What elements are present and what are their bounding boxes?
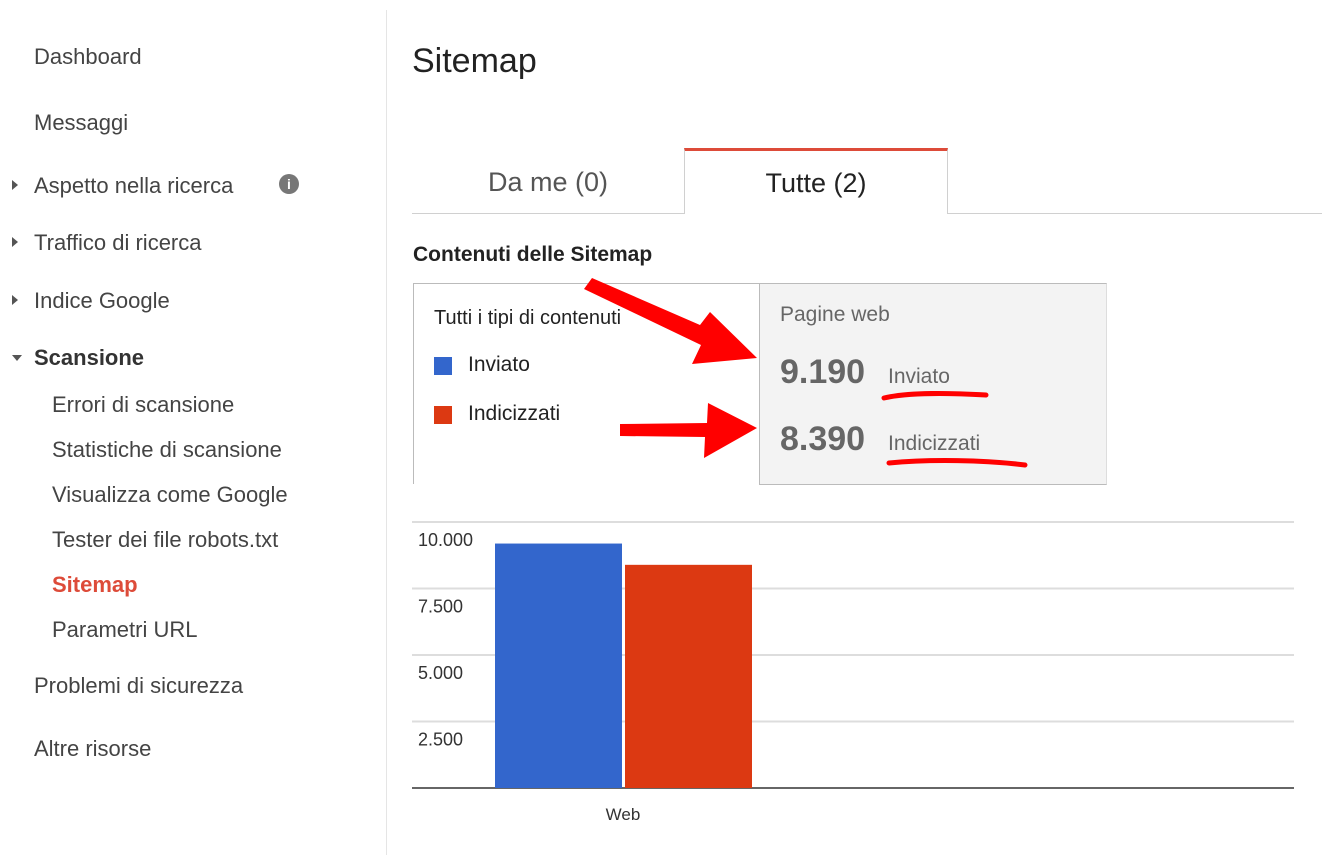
sidebar-item-sicurezza[interactable]: Problemi di sicurezza bbox=[34, 673, 243, 699]
chart-bar-indicizzati[interactable] bbox=[625, 564, 752, 788]
stats-title: Pagine web bbox=[780, 303, 890, 326]
sidebar-item-visualizza[interactable]: Visualizza come Google bbox=[52, 482, 288, 508]
sidebar-item-errori[interactable]: Errori di scansione bbox=[52, 392, 234, 418]
sidebar-item-parametri[interactable]: Parametri URL bbox=[52, 617, 197, 643]
sidebar-item-sitemap[interactable]: Sitemap bbox=[52, 572, 138, 598]
submitted-label: Inviato bbox=[888, 365, 950, 388]
caret-right-icon bbox=[12, 295, 18, 305]
sitemap-bar-chart: 2.500 5.000 7.500 10.000 Web bbox=[412, 521, 1294, 824]
chart-x-category-label: Web bbox=[606, 805, 641, 824]
legend-swatch-indicizzati bbox=[434, 406, 452, 424]
sidebar-item-dashboard[interactable]: Dashboard bbox=[34, 44, 142, 70]
tab-da-me[interactable]: Da me (0) bbox=[412, 150, 684, 214]
legend-swatch-inviato bbox=[434, 357, 452, 375]
sidebar-item-aspetto[interactable]: Aspetto nella ricerca bbox=[34, 173, 233, 199]
chart-y-tick-label: 10.000 bbox=[418, 530, 473, 550]
sidebar-item-messaggi[interactable]: Messaggi bbox=[34, 110, 128, 136]
sidebar-item-risorse[interactable]: Altre risorse bbox=[34, 736, 151, 762]
info-icon[interactable]: i bbox=[279, 174, 299, 194]
legend-title: Tutti i tipi di contenuti bbox=[434, 307, 622, 329]
chart-bar-inviato[interactable] bbox=[495, 543, 622, 788]
sidebar-item-robots[interactable]: Tester dei file robots.txt bbox=[52, 527, 278, 553]
tab-active-cover bbox=[685, 212, 947, 215]
submitted-value: 9.190 bbox=[780, 353, 866, 391]
page-title: Sitemap bbox=[412, 42, 537, 80]
sidebar-item-scansione[interactable]: Scansione bbox=[34, 345, 144, 371]
sidebar-item-traffico[interactable]: Traffico di ricerca bbox=[34, 230, 202, 256]
chart-y-tick-label: 2.500 bbox=[418, 730, 463, 750]
chart-y-tick-label: 7.500 bbox=[418, 597, 463, 617]
caret-down-icon bbox=[12, 355, 22, 361]
indexed-label: Indicizzati bbox=[888, 432, 981, 455]
sidebar-nav: Dashboard Messaggi Aspetto nella ricerca… bbox=[0, 0, 386, 855]
legend-label-inviato[interactable]: Inviato bbox=[468, 353, 530, 377]
indexed-value: 8.390 bbox=[780, 420, 866, 458]
caret-right-icon bbox=[12, 237, 18, 247]
legend-label-indicizzati[interactable]: Indicizzati bbox=[468, 402, 560, 426]
sidebar-item-statistiche[interactable]: Statistiche di scansione bbox=[52, 437, 282, 463]
caret-right-icon bbox=[12, 180, 18, 190]
sidebar-divider bbox=[386, 10, 387, 855]
section-heading: Contenuti delle Sitemap bbox=[413, 243, 653, 266]
sidebar-item-indice[interactable]: Indice Google bbox=[34, 288, 170, 314]
chart-y-tick-label: 5.000 bbox=[418, 663, 463, 683]
tab-tutte[interactable]: Tutte (2) bbox=[684, 148, 948, 213]
